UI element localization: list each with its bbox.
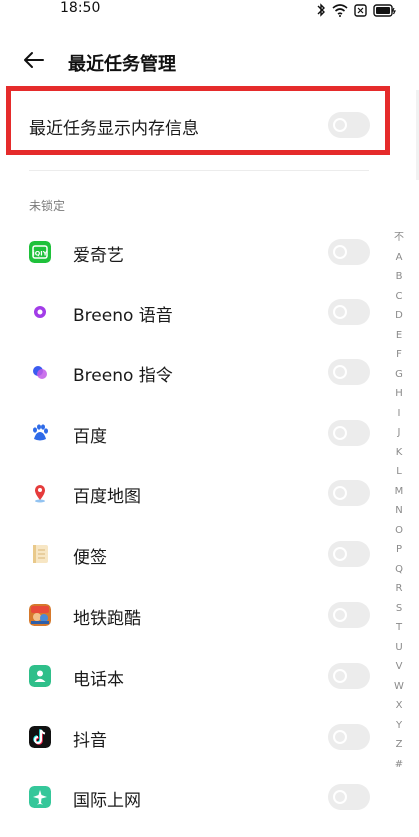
app-toggle[interactable]	[328, 784, 370, 810]
toggle-knob	[333, 365, 347, 379]
app-name: 抖音	[73, 731, 107, 751]
index-letter[interactable]: Q	[392, 560, 406, 580]
app-row-baidu-map[interactable]: 百度地图	[0, 473, 390, 513]
app-name: Breeno 语音	[73, 306, 173, 326]
app-toggle[interactable]	[328, 239, 370, 265]
index-letter[interactable]: S	[392, 599, 406, 619]
header: 最近任务管理	[0, 44, 419, 80]
app-row-breeno-command[interactable]: Breeno 指令	[0, 352, 390, 392]
app-name: 百度	[73, 427, 107, 447]
app-toggle[interactable]	[328, 480, 370, 506]
app-row-breeno-voice[interactable]: Breeno 语音	[0, 292, 390, 332]
index-letter[interactable]: M	[392, 482, 406, 502]
page-title: 最近任务管理	[68, 54, 176, 75]
toggle-knob	[333, 608, 347, 622]
app-toggle[interactable]	[328, 541, 370, 567]
highlight-annotation-box	[6, 86, 390, 155]
status-time: 18:50	[60, 0, 101, 16]
app-toggle[interactable]	[328, 724, 370, 750]
index-letter[interactable]: L	[392, 462, 406, 482]
subway-surfers-icon	[29, 604, 51, 626]
index-letter[interactable]: B	[392, 267, 406, 287]
breeno-voice-icon	[34, 306, 46, 318]
index-letter[interactable]: O	[392, 521, 406, 541]
app-row-global-internet[interactable]: 国际上网	[0, 777, 390, 817]
alphabet-index-bar[interactable]: 不 A B C D E F G H I J K L M N O P Q R S T U V W X Y Z #	[392, 228, 406, 774]
app-row-baidu[interactable]: 百度	[0, 413, 390, 453]
toggle-knob	[333, 426, 347, 440]
index-letter[interactable]: 不	[392, 228, 406, 248]
app-row-douyin[interactable]: 抖音	[0, 717, 390, 757]
app-row-notes[interactable]: 便签	[0, 534, 390, 574]
index-letter[interactable]: K	[392, 443, 406, 463]
breeno-command-icon	[33, 366, 47, 379]
index-letter[interactable]: R	[392, 579, 406, 599]
douyin-icon	[29, 726, 51, 748]
app-toggle[interactable]	[328, 602, 370, 628]
toggle-knob	[333, 730, 347, 744]
app-toggle[interactable]	[328, 663, 370, 689]
contacts-icon	[29, 665, 51, 687]
app-toggle[interactable]	[328, 359, 370, 385]
app-name: 便签	[73, 548, 107, 568]
toggle-knob	[333, 245, 347, 259]
toggle-knob	[333, 547, 347, 561]
index-letter[interactable]: Z	[392, 735, 406, 755]
index-letter[interactable]: #	[392, 755, 406, 775]
app-name: 百度地图	[73, 487, 141, 507]
app-name: 国际上网	[73, 791, 141, 811]
toggle-knob	[333, 486, 347, 500]
app-toggle[interactable]	[328, 299, 370, 325]
app-name: 爱奇艺	[73, 246, 124, 266]
app-row-contacts[interactable]: 电话本	[0, 656, 390, 696]
index-letter[interactable]: D	[392, 306, 406, 326]
index-letter[interactable]: Y	[392, 716, 406, 736]
iqiyi-icon: iQIY	[29, 241, 51, 263]
index-letter[interactable]: H	[392, 384, 406, 404]
svg-text:iQIY: iQIY	[33, 250, 48, 258]
divider	[29, 170, 369, 171]
index-letter[interactable]: F	[392, 345, 406, 365]
app-row-iqiyi[interactable]: iQIY 爱奇艺	[0, 232, 390, 272]
toggle-knob	[333, 305, 347, 319]
app-row-subway-surfers[interactable]: 地铁跑酷	[0, 595, 390, 635]
index-letter[interactable]: T	[392, 618, 406, 638]
baidu-map-icon	[35, 485, 45, 503]
index-letter[interactable]: J	[392, 423, 406, 443]
status-icons	[316, 3, 397, 17]
index-letter[interactable]: V	[392, 657, 406, 677]
index-letter[interactable]: X	[392, 696, 406, 716]
index-letter[interactable]: C	[392, 287, 406, 307]
app-name: 地铁跑酷	[73, 609, 141, 629]
app-name: 电话本	[73, 670, 124, 690]
index-letter[interactable]: G	[392, 365, 406, 385]
index-letter[interactable]: P	[392, 540, 406, 560]
global-internet-icon	[29, 786, 51, 808]
bluetooth-icon	[317, 3, 325, 17]
status-bar: 18:50	[0, 0, 419, 20]
sim-icon	[354, 3, 367, 17]
index-letter[interactable]: N	[392, 501, 406, 521]
baidu-icon	[33, 424, 48, 441]
app-toggle[interactable]	[328, 420, 370, 446]
app-name: Breeno 指令	[73, 366, 173, 386]
back-button[interactable]	[22, 50, 50, 74]
index-letter[interactable]: E	[392, 326, 406, 346]
index-letter[interactable]: W	[392, 677, 406, 697]
battery-icon	[373, 3, 396, 17]
wifi-icon	[332, 3, 348, 17]
back-arrow-icon	[24, 52, 44, 68]
index-letter[interactable]: A	[392, 248, 406, 268]
index-letter[interactable]: U	[392, 638, 406, 658]
index-letter[interactable]: I	[392, 404, 406, 424]
toggle-knob	[333, 790, 347, 804]
section-label-unlocked: 未锁定	[29, 199, 66, 213]
toggle-knob	[333, 669, 347, 683]
notes-icon	[33, 545, 48, 563]
